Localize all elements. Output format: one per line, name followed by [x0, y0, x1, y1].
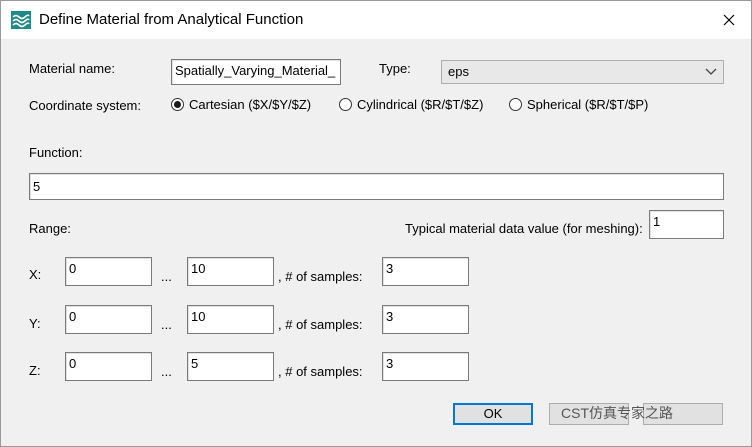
type-dropdown[interactable]: eps	[441, 60, 724, 84]
typical-value-label: Typical material data value (for meshing…	[405, 221, 643, 236]
y-min-input[interactable]: 0	[65, 305, 152, 334]
chevron-down-icon	[705, 68, 717, 75]
type-label: Type:	[379, 61, 411, 76]
radio-cylindrical-label: Cylindrical ($R/$T/$Z)	[357, 97, 484, 112]
y-max-input[interactable]: 10	[187, 305, 274, 334]
z-max-input[interactable]: 5	[187, 352, 274, 381]
z-axis-label: Z:	[29, 363, 41, 378]
range-ellipsis: ...	[161, 317, 172, 332]
function-label: Function:	[29, 145, 83, 160]
x-max-input[interactable]: 10	[187, 257, 274, 286]
typical-value-input[interactable]: 1	[649, 210, 724, 239]
range-ellipsis: ...	[161, 269, 172, 284]
samples-label: , # of samples:	[278, 317, 363, 332]
x-samples-input[interactable]: 3	[382, 257, 469, 286]
radio-circle	[339, 98, 352, 111]
wave-material-icon	[11, 11, 31, 29]
function-input[interactable]: 5	[29, 173, 724, 200]
radio-cartesian-label: Cartesian ($X/$Y/$Z)	[189, 97, 312, 112]
close-icon	[723, 14, 735, 26]
material-name-label: Material name:	[29, 61, 115, 76]
ok-button[interactable]: OK	[453, 403, 533, 425]
material-name-input[interactable]: Spatially_Varying_Material_	[171, 59, 341, 85]
samples-label: , # of samples:	[278, 364, 363, 379]
x-axis-label: X:	[29, 267, 42, 282]
range-label: Range:	[29, 221, 71, 236]
dialog-window: Define Material from Analytical Function…	[0, 0, 752, 447]
z-min-input[interactable]: 0	[65, 352, 152, 381]
y-samples-input[interactable]: 3	[382, 305, 469, 334]
window-title: Define Material from Analytical Function	[39, 11, 304, 28]
y-axis-label: Y:	[29, 316, 41, 331]
range-ellipsis: ...	[161, 364, 172, 379]
watermark-text: CST仿真专家之路	[561, 405, 673, 421]
samples-label: , # of samples:	[278, 269, 363, 284]
radio-circle	[509, 98, 522, 111]
radio-circle	[171, 98, 184, 111]
coordinate-system-label: Coordinate system:	[29, 98, 141, 113]
x-min-input[interactable]: 0	[65, 257, 152, 286]
radio-spherical[interactable]: Spherical ($R/$T/$P)	[509, 97, 648, 112]
close-button[interactable]	[711, 5, 747, 35]
type-dropdown-value: eps	[448, 64, 469, 79]
z-samples-input[interactable]: 3	[382, 352, 469, 381]
radio-selected-dot	[174, 101, 181, 108]
radio-cylindrical[interactable]: Cylindrical ($R/$T/$Z)	[339, 97, 483, 112]
title-bar[interactable]: Define Material from Analytical Function	[1, 1, 751, 39]
radio-cartesian[interactable]: Cartesian ($X/$Y/$Z)	[171, 97, 311, 112]
radio-spherical-label: Spherical ($R/$T/$P)	[527, 97, 649, 112]
